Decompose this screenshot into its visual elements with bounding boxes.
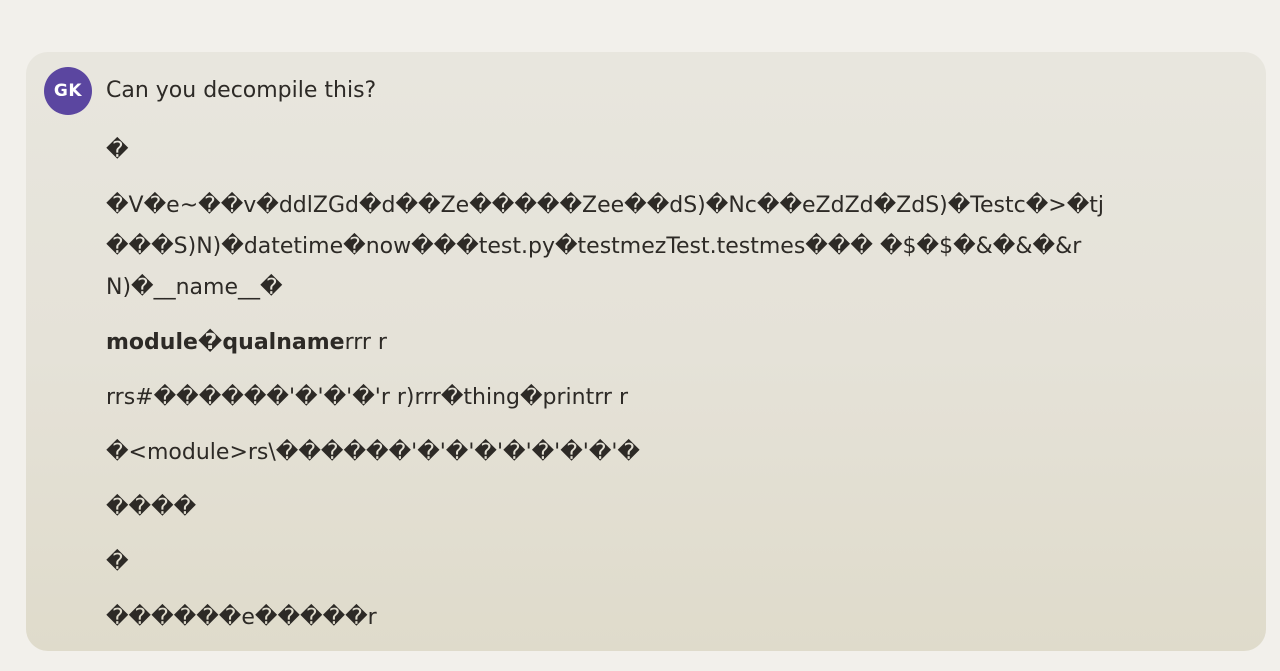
message-prompt-text: Can you decompile this? [106,78,377,103]
user-avatar: GK [44,67,92,115]
content-line-1: � [106,138,129,163]
chat-page: GK Can you decompile this? � �V�e~��v�dd… [0,0,1280,671]
content-line-2: �V�e~��v�ddlZGd�d��Ze�����Zee��dS)�Nc��e… [106,193,1105,218]
content-line-5: module�qualnamerrr r [106,322,1231,363]
content-line-4: N)�__name__� [106,275,283,300]
content-line-7: �<module>rs\������'�'�'�'�'�'�'�'� [106,440,640,465]
user-message-card: GK Can you decompile this? � �V�e~��v�dd… [26,52,1266,651]
content-line-5-rest: rrr r [344,330,387,355]
content-line-10: ������e�����r [106,605,377,630]
content-line-6: rrs#������'�'�'�'r r)rrr�thing�printrr r [106,385,628,410]
content-line-8: ���� [106,495,197,520]
content-line-3: ���S)N)�datetime�now���test.py�testmezTe… [106,234,1082,259]
content-line-9: � [106,550,129,575]
pasted-binary-content: � �V�e~��v�ddlZGd�d��Ze�����Zee��dS)�Nc�… [106,130,1231,638]
content-bold-text: module�qualname [106,330,345,355]
